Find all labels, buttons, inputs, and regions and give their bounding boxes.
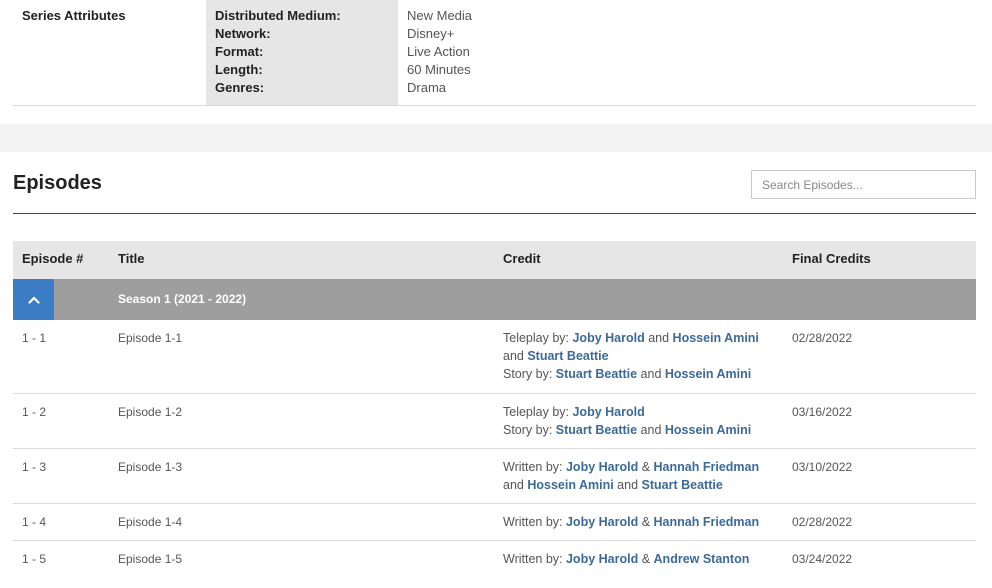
writer-link[interactable]: Hossein Amini [665, 423, 751, 437]
episode-title: Episode 1-5 [118, 552, 183, 566]
episode-credit: Written by: Joby Harold & Andrew Stanton [503, 550, 788, 568]
credit-prefix: Written by: [503, 552, 566, 566]
season-collapse-button[interactable] [13, 279, 54, 320]
episode-credit: Written by: Joby Harold & Hannah Friedma… [503, 458, 788, 494]
writer-link[interactable]: Joby Harold [572, 331, 644, 345]
credit-separator: & [638, 460, 654, 474]
attribute-label-genres: Genres: [215, 80, 265, 95]
episodes-table: Episode # Title Credit Final Credits Sea… [13, 241, 976, 578]
attribute-label-medium: Distributed Medium: [215, 8, 341, 23]
episode-credit: Written by: Joby Harold & Hannah Friedma… [503, 513, 788, 531]
episode-title: Episode 1-1 [118, 331, 183, 345]
writer-link[interactable]: Hossein Amini [673, 331, 759, 345]
episodes-divider [13, 213, 976, 214]
episode-number: 1 - 4 [22, 515, 47, 529]
credit-prefix: Written by: [503, 515, 566, 529]
writer-link[interactable]: Stuart Beattie [556, 423, 637, 437]
table-row: 1 - 1 Episode 1-1 Teleplay by: Joby Haro… [13, 320, 976, 394]
episode-credit: Teleplay by: Joby Harold Story by: Stuar… [503, 403, 788, 439]
credit-separator: and [637, 423, 665, 437]
credit-separator: and [644, 331, 673, 345]
table-header: Episode # Title Credit Final Credits [13, 241, 976, 279]
episode-number: 1 - 3 [22, 460, 47, 474]
episode-number: 1 - 1 [22, 331, 47, 345]
column-header-credit[interactable]: Credit [503, 251, 541, 266]
final-credits-date: 03/16/2022 [792, 405, 853, 419]
credit-separator: & [638, 515, 654, 529]
writer-link[interactable]: Hannah Friedman [654, 515, 760, 529]
attribute-label-length: Length: [215, 62, 263, 77]
writer-link[interactable]: Joby Harold [566, 515, 638, 529]
credit-separator: and [503, 349, 528, 363]
episodes-heading: Episodes [13, 172, 102, 194]
episode-title: Episode 1-2 [118, 405, 183, 419]
writer-link[interactable]: Joby Harold [566, 460, 638, 474]
writer-link[interactable]: Andrew Stanton [654, 552, 750, 566]
table-row: 1 - 5 Episode 1-5 Written by: Joby Harol… [13, 541, 976, 578]
credit-separator: and [613, 478, 642, 492]
credit-prefix: Written by: [503, 460, 566, 474]
attribute-value-genres: Drama [407, 80, 447, 95]
writer-link[interactable]: Stuart Beattie [527, 349, 608, 363]
final-credits-date: 02/28/2022 [792, 331, 853, 345]
writer-link[interactable]: Hossein Amini [665, 367, 751, 381]
table-row: 1 - 2 Episode 1-2 Teleplay by: Joby Haro… [13, 394, 976, 449]
column-header-final-credits[interactable]: Final Credits [792, 251, 871, 266]
writer-link[interactable]: Hossein Amini [527, 478, 613, 492]
series-attributes-title: Series Attributes [22, 8, 126, 23]
table-row: 1 - 3 Episode 1-3 Written by: Joby Harol… [13, 449, 976, 504]
credit-separator: and [503, 478, 528, 492]
search-episodes-input[interactable] [751, 170, 976, 199]
season-group-header[interactable]: Season 1 (2021 - 2022) [13, 279, 976, 320]
attribute-label-format: Format: [215, 44, 264, 59]
credit-prefix: Story by: [503, 367, 556, 381]
writer-link[interactable]: Stuart Beattie [642, 478, 723, 492]
attribute-value-format: Live Action [407, 44, 470, 59]
column-header-title[interactable]: Title [118, 251, 145, 266]
chevron-up-icon [27, 296, 40, 304]
credit-separator: and [637, 367, 665, 381]
season-label: Season 1 (2021 - 2022) [118, 292, 247, 306]
column-header-episode-number[interactable]: Episode # [22, 251, 83, 266]
credit-prefix: Teleplay by: [503, 331, 573, 345]
episode-number: 1 - 5 [22, 552, 47, 566]
final-credits-date: 02/28/2022 [792, 515, 853, 529]
episode-title: Episode 1-4 [118, 515, 183, 529]
series-attributes-panel: Series Attributes Distributed Medium: Ne… [13, 0, 976, 106]
episode-number: 1 - 2 [22, 405, 47, 419]
credit-prefix: Teleplay by: [503, 405, 573, 419]
attribute-value-network: Disney+ [407, 26, 455, 41]
section-divider-band [0, 124, 992, 152]
credit-separator: & [638, 552, 654, 566]
writer-link[interactable]: Joby Harold [572, 405, 644, 419]
attribute-values: New Media Disney+ Live Action 60 Minutes… [407, 7, 472, 97]
attribute-value-medium: New Media [407, 8, 473, 23]
attribute-label-network: Network: [215, 26, 271, 41]
final-credits-date: 03/10/2022 [792, 460, 853, 474]
final-credits-date: 03/24/2022 [792, 552, 853, 566]
credit-prefix: Story by: [503, 423, 556, 437]
writer-link[interactable]: Stuart Beattie [556, 367, 637, 381]
episode-title: Episode 1-3 [118, 460, 183, 474]
episode-credit: Teleplay by: Joby Harold and Hossein Ami… [503, 329, 788, 383]
writer-link[interactable]: Hannah Friedman [654, 460, 760, 474]
attribute-labels: Distributed Medium: Network: Format: Len… [206, 0, 398, 105]
table-row: 1 - 4 Episode 1-4 Written by: Joby Harol… [13, 504, 976, 541]
writer-link[interactable]: Joby Harold [566, 552, 638, 566]
attribute-value-length: 60 Minutes [407, 62, 471, 77]
